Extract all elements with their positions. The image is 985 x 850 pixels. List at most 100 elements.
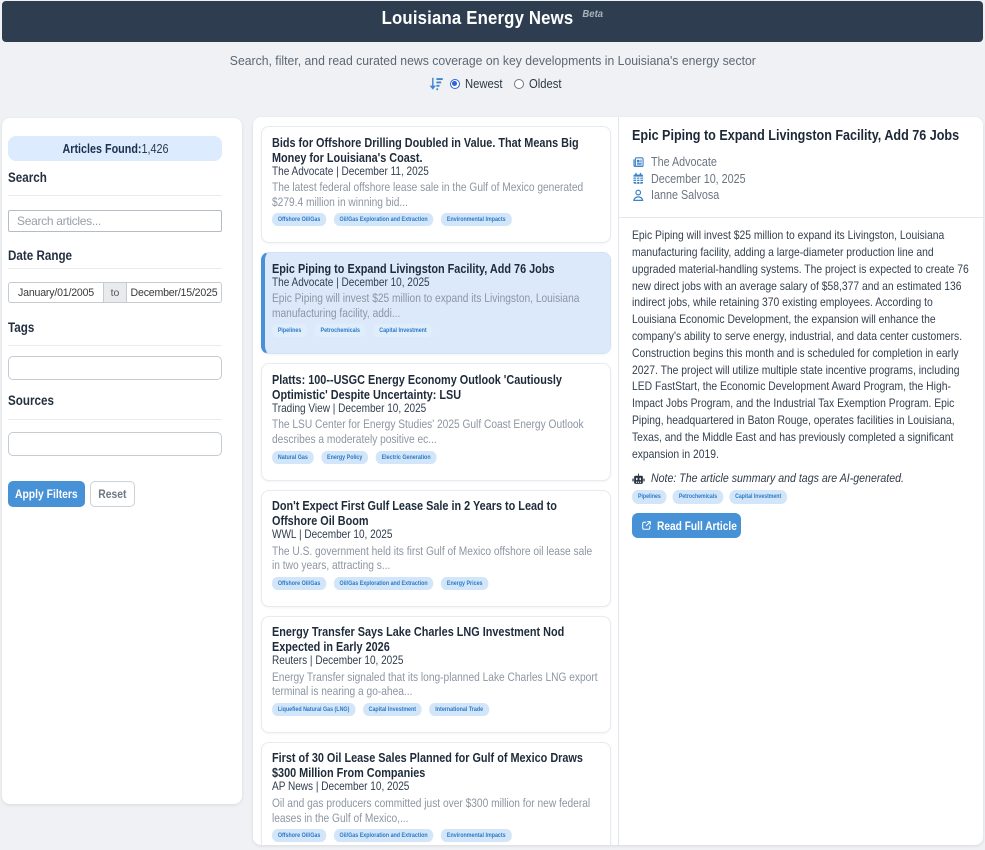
calendar-icon — [632, 172, 645, 185]
tag-pill: Electric Generation — [376, 451, 437, 464]
app-header: Louisiana Energy News Beta — [2, 1, 983, 42]
article-card[interactable]: Energy Transfer Says Lake Charles LNG In… — [261, 616, 611, 733]
filter-actions: Apply Filters Reset — [8, 481, 222, 507]
article-card-tags: Liquefied Natural Gas (LNG)Capital Inves… — [272, 703, 600, 716]
tag-pill: Energy Prices — [441, 577, 488, 590]
detail-meta: The Advocate — [632, 154, 969, 203]
sources-select[interactable] — [8, 432, 222, 456]
articles-found-label: Articles Found: — [62, 142, 141, 156]
detail-title: Epic Piping to Expand Livingston Facilit… — [632, 127, 969, 145]
article-card-tags: Offshore Oil/Gas Oil/Gas Exploration and … — [272, 577, 600, 590]
tag-pill: Oil/Gas Exploration and Extraction — [334, 213, 434, 226]
tag-pill: International Trade — [429, 703, 488, 716]
app-title: Louisiana Energy News — [382, 7, 574, 28]
article-card-content: Epic Piping to Expand Livingston Facilit… — [272, 261, 600, 338]
article-card[interactable]: Platts: 100--USGC Energy Economy Outlook… — [261, 363, 611, 480]
article-card[interactable]: Don't Expect First Gulf Lease Sale in 2 … — [261, 490, 611, 607]
tag-pill: Pipelines — [632, 490, 667, 504]
tag-pill: Offshore Oil/Gas — [272, 829, 326, 842]
sidebar-heading: Date Range — [8, 248, 222, 263]
article-card[interactable]: Epic Piping to Expand Livingston Facilit… — [261, 252, 611, 354]
detail-source-row: The Advocate — [632, 154, 969, 170]
article-card-description: The U.S. government held its first Gulf … — [272, 544, 600, 573]
article-card-description: The latest federal offshore lease sale i… — [272, 180, 600, 209]
date-range-section-label: Date Range — [8, 248, 72, 263]
newest-radio[interactable] — [450, 79, 460, 89]
tag-pill: Pipelines — [272, 324, 307, 337]
tag-pill: Capital Investment — [363, 703, 422, 716]
article-card-meta: AP News | December 10, 2025 — [272, 780, 600, 794]
detail-source: The Advocate — [651, 155, 717, 169]
section-divider — [8, 268, 222, 269]
article-card-date: December 10, 2025 — [321, 779, 409, 793]
oldest-radio[interactable] — [514, 79, 524, 89]
tag-pill: Environmental Impacts — [441, 213, 511, 226]
article-card-description: Energy Transfer signaled that its long-p… — [272, 670, 600, 699]
robot-icon — [632, 473, 645, 485]
tags-section-label: Tags — [8, 320, 34, 335]
article-card-source: AP News — [272, 779, 313, 793]
detail-tags: PipelinesPetrochemicalsCapital Investmen… — [632, 490, 975, 504]
tag-pill: Environmental Impacts — [441, 829, 511, 842]
date-to-input[interactable] — [127, 282, 222, 303]
articles-found-text: Articles Found:1,426 — [62, 142, 168, 156]
tag-pill: Oil/Gas Exploration and Extraction — [334, 577, 434, 590]
article-card-content: Energy Transfer Says Lake Charles LNG In… — [272, 624, 600, 716]
beta-badge: Beta — [583, 8, 604, 20]
article-card-title: Epic Piping to Expand Livingston Facilit… — [272, 261, 600, 276]
article-card-title: Don't Expect First Gulf Lease Sale in 2 … — [272, 498, 600, 528]
apply-filters-button[interactable]: Apply Filters — [8, 481, 85, 507]
date-range-group: to — [8, 282, 222, 303]
article-card-separator: | — [299, 527, 302, 541]
article-card-date: December 10, 2025 — [342, 275, 430, 289]
sources-section-label: Sources — [8, 393, 54, 408]
article-card-date: December 10, 2025 — [338, 401, 426, 415]
article-card-source: Trading View — [272, 401, 330, 415]
article-card-source: The Advocate — [272, 164, 333, 178]
article-card-description: The LSU Center for Energy Studies' 2025 … — [272, 417, 600, 446]
article-card-meta: The Advocate | December 11, 2025 — [272, 165, 600, 179]
search-section-label: Search — [8, 170, 47, 185]
search-input[interactable] — [8, 210, 222, 232]
brand-row: Louisiana Energy News Beta — [2, 7, 983, 29]
sidebar-heading: Sources — [8, 393, 222, 408]
article-card-source: The Advocate — [272, 275, 333, 289]
section-divider — [8, 195, 222, 196]
read-full-article-button[interactable]: Read Full Article — [632, 513, 741, 538]
tag-pill: Petrochemicals — [673, 490, 723, 504]
article-card[interactable]: Bids for Offshore Drilling Doubled in Va… — [261, 126, 611, 243]
tag-pill: Offshore Oil/Gas — [272, 577, 326, 590]
external-link-icon — [641, 520, 652, 531]
tag-pill: Offshore Oil/Gas — [272, 213, 326, 226]
article-card-tags: Offshore Oil/GasOil/Gas Exploration and … — [272, 829, 600, 842]
article-card-date: December 10, 2025 — [315, 653, 403, 667]
sort-newest-option[interactable]: Newest — [450, 77, 507, 91]
article-card-separator: | — [316, 779, 319, 793]
article-card-meta: Trading View | December 10, 2025 — [272, 402, 600, 416]
article-card-content: Platts: 100--USGC Energy Economy Outlook… — [272, 372, 600, 464]
article-card[interactable]: First of 30 Oil Lease Sales Planned for … — [261, 742, 611, 845]
article-detail: Epic Piping to Expand Livingston Facilit… — [618, 117, 983, 845]
tag-pill: Capital Investment — [373, 324, 432, 337]
detail-header: Epic Piping to Expand Livingston Facilit… — [619, 117, 983, 203]
date-separator: to — [103, 282, 127, 303]
article-card-description: Epic Piping will invest $25 million to e… — [272, 291, 600, 320]
read-full-article-label: Read Full Article — [657, 519, 737, 533]
article-card-tags: Pipelines Petrochemicals Capital Investmen… — [272, 324, 600, 337]
article-card-tags: Natural GasEnergy PolicyElectric Generat… — [272, 451, 600, 464]
date-from-input[interactable] — [8, 282, 103, 303]
sort-oldest-option[interactable]: Oldest — [514, 77, 565, 91]
reset-button[interactable]: Reset — [90, 481, 135, 507]
main-panel: Bids for Offshore Drilling Doubled in Va… — [253, 117, 983, 845]
tag-pill: Petrochemicals — [315, 324, 366, 337]
article-card-separator: | — [336, 275, 339, 289]
detail-date: December 10, 2025 — [651, 172, 746, 186]
tags-select[interactable] — [8, 356, 222, 380]
article-card-title: First of 30 Oil Lease Sales Planned for … — [272, 750, 600, 780]
newspaper-icon — [632, 156, 645, 169]
section-divider — [8, 419, 222, 420]
article-card-meta: Reuters | December 10, 2025 — [272, 654, 600, 668]
article-card-tags: Offshore Oil/Gas Oil/Gas Exploration and … — [272, 213, 600, 226]
section-divider — [8, 345, 222, 346]
newest-label: Newest — [465, 77, 503, 91]
